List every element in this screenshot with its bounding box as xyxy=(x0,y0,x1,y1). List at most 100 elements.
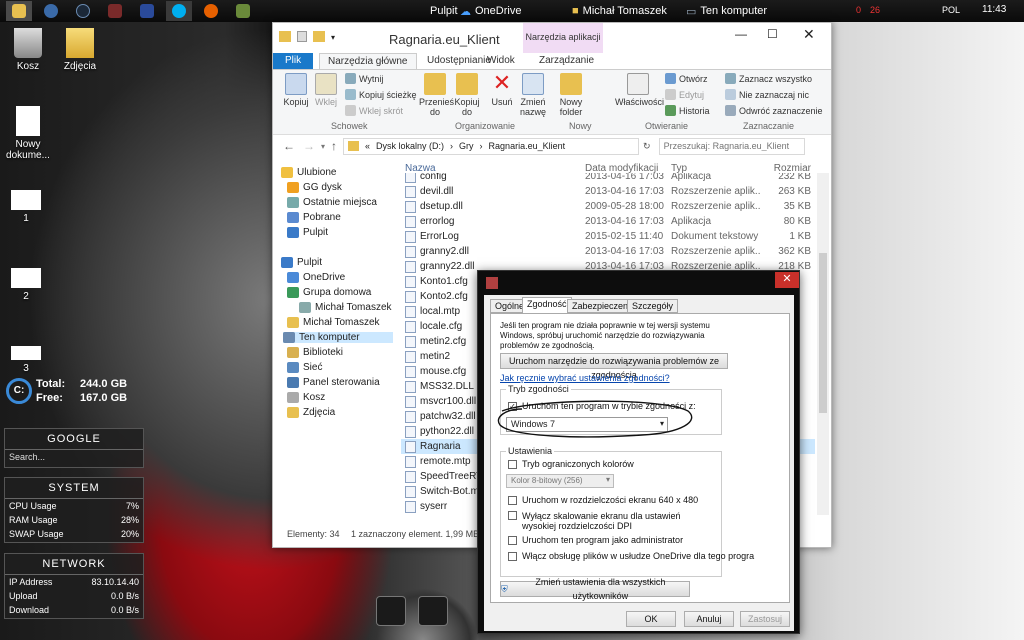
row-label: CPU Usage xyxy=(9,501,57,511)
properties-button[interactable]: Właściwości xyxy=(615,73,664,107)
tab-view[interactable]: Widok xyxy=(479,53,523,69)
properties-qa-icon[interactable] xyxy=(297,31,307,42)
dock-game-icon[interactable] xyxy=(418,596,448,626)
app2-icon[interactable] xyxy=(230,1,256,21)
scrollbar[interactable] xyxy=(817,173,829,515)
group-select: Zaznaczanie xyxy=(743,121,795,131)
copy-path-button[interactable]: Kopiuj ścieżkę xyxy=(345,89,417,100)
tab-manage[interactable]: Zarządzanie xyxy=(531,53,602,69)
explorer-task-icon[interactable] xyxy=(6,1,32,21)
shortcut-label: Nowy dokume... xyxy=(6,139,50,161)
file-type: Dokument tekstowy xyxy=(671,231,761,242)
troubleshoot-button[interactable]: Uruchom narzędzie do rozwiązywania probl… xyxy=(500,353,728,380)
invert-selection-button[interactable]: Odwróć zaznaczenie xyxy=(725,105,823,116)
pin-user[interactable]: ■ Michał Tomaszek xyxy=(572,5,667,17)
admin-checkbox[interactable]: Uruchom ten program jako administrator xyxy=(508,535,683,545)
file-row[interactable]: config 2013-04-16 17:03 Aplikacja 232 KB xyxy=(401,173,815,184)
folder-icon xyxy=(279,31,291,42)
clock[interactable]: 11:43 xyxy=(982,4,1006,15)
copy-to-button[interactable]: Kopiuj do xyxy=(453,73,481,117)
app-icon[interactable] xyxy=(102,1,128,21)
file-row[interactable]: ErrorLog 2015-02-15 11:40 Dokument tekstow… xyxy=(401,229,815,244)
steam-icon[interactable] xyxy=(70,1,96,21)
file-row[interactable]: dsetup.dll 2009-05-28 18:00 Rozszerzenie a… xyxy=(401,199,815,214)
shortcut-1[interactable]: 1 xyxy=(0,190,54,224)
shortcut-2[interactable]: 2 xyxy=(0,268,54,302)
back-arrow-icon[interactable]: ← xyxy=(283,139,295,153)
tab-home[interactable]: Narzędzia główne xyxy=(319,53,417,69)
manual-settings-link[interactable]: Jak ręcznie wybrać ustawienia zgodności? xyxy=(500,373,670,383)
breadcrumb-drive[interactable]: Dysk lokalny (D:) xyxy=(376,141,444,151)
file-row[interactable]: errorlog 2013-04-16 17:03 Aplikacja 80 KB xyxy=(401,214,815,229)
row-value: 0.0 B/s xyxy=(110,605,139,615)
new-folder-qa-icon[interactable] xyxy=(313,31,325,42)
new-folder-button[interactable]: Nowy folder xyxy=(557,73,585,117)
move-to-button[interactable]: Przenieś do xyxy=(419,73,454,117)
file-row[interactable]: granny2.dll 2013-04-16 17:03 Rozszerzenie … xyxy=(401,244,815,259)
photos-shortcut[interactable]: Zdjęcia xyxy=(52,28,108,72)
copy-button[interactable]: Kopiuj xyxy=(283,73,309,107)
address-bar[interactable]: « Dysk lokalny (D:) › Gry › Ragnaria.eu_Kl… xyxy=(343,137,640,155)
language-indicator[interactable]: POL xyxy=(942,5,960,15)
shortcut-icon xyxy=(345,105,356,116)
color-depth-select[interactable]: Kolor 8-bitowy (256) ▾ xyxy=(506,474,614,488)
taskbar: Pulpit ☁ OneDrive ■ Michał Tomaszek ▭ Ten k… xyxy=(0,0,1024,22)
file-row[interactable]: devil.dll 2013-04-16 17:03 Rozszerzenie ap… xyxy=(401,184,815,199)
breadcrumb-games[interactable]: Gry xyxy=(459,141,474,151)
file-size: 1 KB xyxy=(761,231,811,242)
edit-button[interactable]: Edytuj xyxy=(665,89,704,100)
firefox-icon[interactable] xyxy=(198,1,224,21)
maximize-button[interactable]: ☐ xyxy=(767,27,778,41)
recent-dropdown-icon[interactable]: ▾ xyxy=(321,142,325,151)
minimize-button[interactable]: — xyxy=(735,27,747,41)
tab-compatibility[interactable]: Zgodność xyxy=(522,297,572,313)
breadcrumb-client[interactable]: Ragnaria.eu_Klient xyxy=(489,141,566,151)
cell-text: metin2.cfg xyxy=(420,336,467,347)
select-none-icon xyxy=(725,89,736,100)
forward-arrow-icon[interactable]: → xyxy=(303,139,315,153)
close-button[interactable]: ✕ xyxy=(775,272,799,288)
history-button[interactable]: Historia xyxy=(665,105,710,116)
media-icon[interactable] xyxy=(38,1,64,21)
select-none-button[interactable]: Nie zaznaczaj nic xyxy=(725,89,809,100)
cancel-button[interactable]: Anuluj xyxy=(684,611,734,627)
shortcut-3[interactable]: 3 xyxy=(0,346,54,374)
select-all-button[interactable]: Zaznacz wszystko xyxy=(725,73,812,84)
skype-icon[interactable] xyxy=(166,1,192,21)
change-all-users-button[interactable]: ⛨ Zmień ustawienia dla wszystkich użytkow… xyxy=(500,577,690,601)
apply-button[interactable]: Zastosuj xyxy=(740,611,790,627)
shortcut-label: 3 xyxy=(23,363,29,374)
up-arrow-icon[interactable]: ↑ xyxy=(331,139,337,153)
open-button[interactable]: Otwórz xyxy=(665,73,708,84)
pin-computer[interactable]: ▭ Ten komputer xyxy=(686,5,767,18)
refresh-icon[interactable]: ↻ xyxy=(643,141,651,152)
paste-shortcut-button[interactable]: Wklej skrót xyxy=(345,105,403,116)
new-document-shortcut[interactable]: Nowy dokume... xyxy=(0,106,56,161)
close-button[interactable]: ✕ xyxy=(803,26,815,43)
paste-button[interactable]: Wklej xyxy=(313,73,339,107)
dock-monitor-icon[interactable] xyxy=(376,596,406,626)
row-label: IP Address xyxy=(9,577,53,587)
breadcrumb-overflow[interactable]: « xyxy=(365,141,370,151)
dpi-checkbox[interactable]: Wyłącz skalowanie ekranu dla ustawień wy… xyxy=(508,511,712,531)
res640-checkbox[interactable]: Uruchom w rozdzielczości ekranu 640 x 48… xyxy=(508,495,698,505)
tab-details[interactable]: Szczegóły xyxy=(627,299,679,313)
cut-button[interactable]: Wytnij xyxy=(345,73,383,84)
reduced-color-checkbox[interactable]: Tryb ograniczonych kolorów xyxy=(508,459,634,469)
recycle-bin-shortcut[interactable]: Kosz xyxy=(0,28,56,72)
pin-pulpit[interactable]: Pulpit xyxy=(430,5,458,17)
scrollbar-thumb[interactable] xyxy=(819,253,827,413)
tab-file[interactable]: Plik xyxy=(273,53,314,69)
onedrive-checkbox[interactable]: Włącz obsługę plików w usłudze OneDrive … xyxy=(508,551,754,561)
properties-icon xyxy=(627,73,649,95)
rename-button[interactable]: Zmień nazwę xyxy=(519,73,547,117)
pin-onedrive[interactable]: ☁ OneDrive xyxy=(460,5,521,18)
delete-button[interactable]: ✕ Usuń xyxy=(489,72,515,108)
file-icon xyxy=(405,440,416,453)
pin-label: Pulpit xyxy=(430,5,458,17)
qa-dropdown-icon[interactable]: ▾ xyxy=(331,33,335,42)
google-search-input[interactable]: Search... xyxy=(5,450,143,464)
photo-icon[interactable] xyxy=(134,1,160,21)
search-input[interactable] xyxy=(658,137,805,155)
ok-button[interactable]: OK xyxy=(626,611,676,627)
